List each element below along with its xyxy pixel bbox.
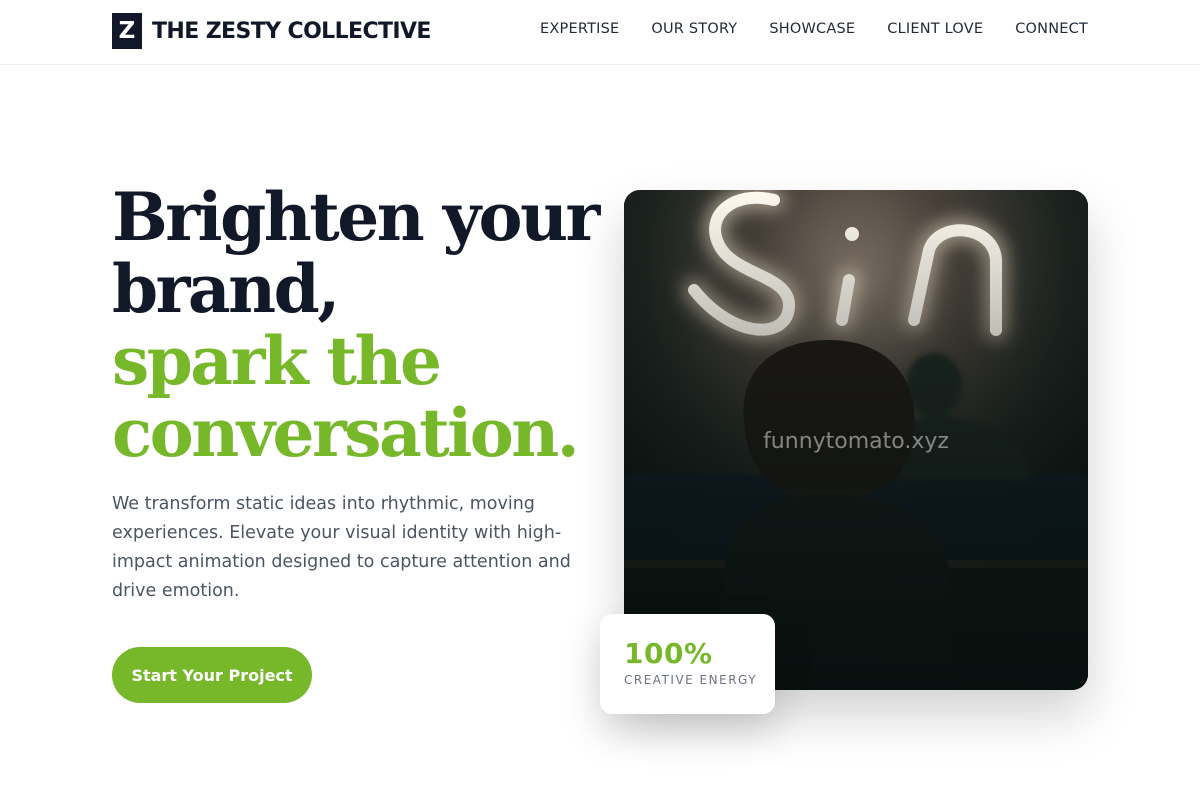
stat-card: 100% CREATIVE ENERGY — [600, 614, 775, 714]
site-header: Z THE ZESTY COLLECTIVE EXPERTISE OUR STO… — [0, 0, 1200, 65]
hero-heading: Brighten your brand, spark the conversat… — [112, 181, 612, 469]
start-project-button[interactable]: Start Your Project — [112, 647, 312, 703]
nav-item-showcase[interactable]: SHOWCASE — [769, 21, 855, 37]
stat-label: CREATIVE ENERGY — [624, 673, 758, 687]
nav-item-expertise[interactable]: EXPERTISE — [540, 21, 619, 37]
nav-item-client-love[interactable]: CLIENT LOVE — [887, 21, 983, 37]
hero-description: We transform static ideas into rhythmic,… — [112, 494, 571, 601]
nav-item-our-story[interactable]: OUR STORY — [651, 21, 737, 37]
logo[interactable]: Z THE ZESTY COLLECTIVE — [112, 13, 431, 49]
main-nav: EXPERTISE OUR STORY SHOWCASE CLIENT LOVE… — [540, 21, 1088, 37]
hero-heading-line: Brighten your — [112, 178, 600, 256]
hero-heading-line: brand, — [112, 250, 340, 328]
hero-heading-highlight-line: conversation. — [112, 394, 580, 472]
hero-heading-highlight-line: spark the — [112, 322, 442, 400]
brand-name: THE ZESTY COLLECTIVE — [152, 18, 431, 44]
stat-value: 100% — [624, 637, 713, 670]
nav-item-connect[interactable]: CONNECT — [1015, 21, 1088, 37]
logo-mark: Z — [112, 13, 142, 49]
image-watermark: funnytomato.xyz — [763, 429, 949, 454]
